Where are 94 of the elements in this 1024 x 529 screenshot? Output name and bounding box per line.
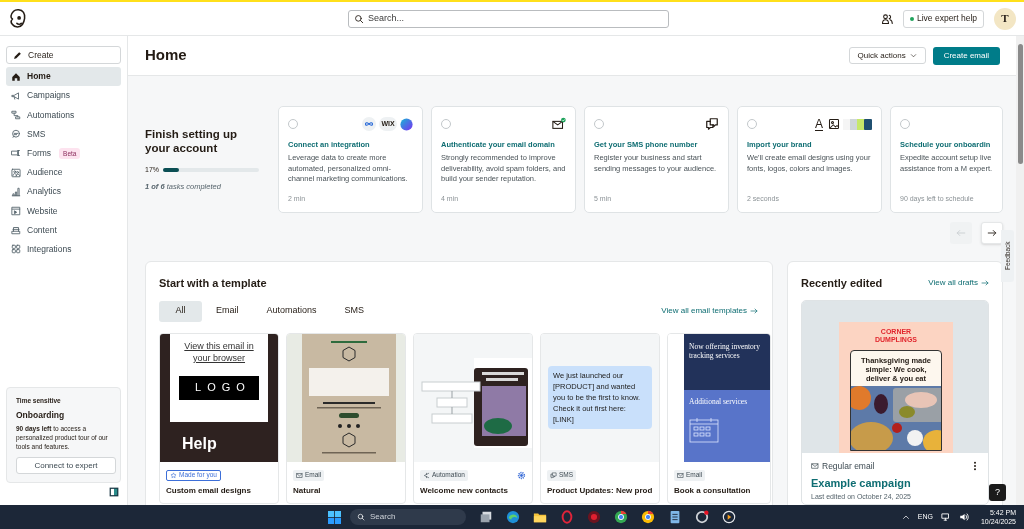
taskbar-search-field[interactable]: Search: [350, 509, 466, 525]
notepad-icon[interactable]: [668, 510, 682, 524]
help-button[interactable]: ?: [989, 484, 1006, 501]
bug-icon[interactable]: [587, 510, 601, 524]
share-icon: [423, 471, 430, 479]
star-icon: [170, 471, 177, 479]
section-title: Recently edited: [801, 276, 883, 291]
bar-chart-icon: [11, 186, 21, 197]
chat-bubble-icon: [11, 129, 21, 140]
view-all-templates-link[interactable]: View all email templates: [661, 305, 758, 317]
template-title: Product Updates: New prod: [547, 484, 653, 497]
sidebar-item[interactable]: Home: [6, 67, 121, 87]
house-icon: [11, 71, 21, 82]
preview-heading: Help: [182, 433, 218, 454]
checkbox[interactable]: [594, 119, 604, 129]
ring-icon[interactable]: [560, 510, 574, 524]
live-help-button[interactable]: Live expert help: [903, 9, 984, 28]
right-arrow-icon: [750, 307, 758, 315]
filter-tab[interactable]: Automations: [252, 300, 331, 322]
tray-icon: [11, 225, 21, 236]
filter-tab[interactable]: All: [159, 300, 202, 322]
create-button[interactable]: Create: [6, 46, 121, 64]
envelope-check-icon: [552, 117, 566, 131]
right-arrow-icon: [981, 279, 989, 288]
quick-actions-button[interactable]: Quick actions: [848, 47, 926, 64]
volume-icon[interactable]: [958, 512, 969, 522]
search-field[interactable]: Search...: [348, 10, 669, 28]
monkey-logo-icon[interactable]: [8, 7, 28, 30]
checkbox[interactable]: [747, 119, 757, 129]
caret-icon: [909, 52, 917, 59]
sidebar-item[interactable]: Campaigns: [6, 86, 121, 106]
section-title: Start with a template: [159, 276, 268, 291]
avatar[interactable]: T: [994, 7, 1016, 30]
view-all-drafts-link[interactable]: View all drafts: [928, 277, 989, 290]
window-stack-icon[interactable]: [479, 510, 493, 524]
color-swatches-icon: [843, 118, 872, 130]
chat-bubbles-icon: [550, 471, 557, 479]
filter-tab[interactable]: SMS: [330, 300, 379, 322]
sidebar-item[interactable]: Automations: [6, 105, 121, 125]
chevron-up-icon[interactable]: [901, 513, 910, 521]
template-title: Book a consultation: [674, 484, 752, 497]
checkbox[interactable]: [900, 119, 910, 129]
flow-icon: [11, 109, 21, 120]
checkbox[interactable]: [288, 119, 298, 129]
filter-tab[interactable]: Email: [202, 300, 253, 322]
grid-icon: [11, 244, 21, 255]
panel-toggle-icon[interactable]: [109, 487, 119, 497]
template-title: Custom email designs: [166, 484, 252, 497]
more-options-icon[interactable]: [971, 460, 979, 471]
pencil-icon: [13, 50, 22, 60]
font-letter-icon: A: [815, 118, 823, 130]
chrome-icon[interactable]: [614, 510, 628, 524]
envelope-icon: [296, 471, 303, 479]
sidebar-item[interactable]: Audience: [6, 162, 121, 183]
form-icon: [11, 148, 21, 159]
gear-icon: [517, 470, 526, 480]
connect-expert-button[interactable]: Connect to expert: [16, 457, 116, 474]
scrollbar-thumb[interactable]: [1017, 44, 1023, 164]
search-icon: [357, 513, 365, 521]
browser-window-icon: [11, 205, 21, 216]
browser-wave-icon[interactable]: [506, 510, 520, 524]
page-title: Home: [145, 45, 187, 66]
next-button[interactable]: [981, 222, 1003, 244]
windows-icon[interactable]: [328, 510, 341, 524]
onboarding-title: Onboarding: [16, 409, 66, 422]
chrome-icon[interactable]: [641, 510, 655, 524]
browser-link: View this email in your browser: [183, 339, 255, 364]
play-icon[interactable]: [722, 510, 736, 524]
sidebar-item[interactable]: Content: [6, 220, 121, 240]
template-title: Natural: [293, 484, 322, 497]
gradient-circle-icon: [400, 117, 413, 131]
campaign-link[interactable]: Example campaign: [811, 475, 979, 492]
logo-placeholder: LOGO: [179, 375, 259, 400]
left-arrow-icon: [956, 228, 966, 238]
calendar-icon: [689, 416, 719, 443]
create-email-button[interactable]: Create email: [932, 46, 1000, 65]
setup-title: Finish setting up your account: [145, 126, 238, 155]
envelope-icon: [677, 471, 684, 479]
envelope-icon: [811, 461, 819, 470]
megaphone-icon: [11, 90, 21, 101]
template-title: Welcome new contacts: [420, 484, 509, 497]
infinity-logo-icon: [362, 117, 376, 131]
sidebar-item[interactable]: SMS: [6, 124, 121, 144]
aperture-icon[interactable]: [695, 510, 709, 524]
right-arrow-icon: [987, 228, 997, 238]
image-icon: [828, 118, 840, 130]
email-type-label: Regular email: [811, 459, 875, 473]
search-icon: [354, 14, 364, 24]
sidebar-item[interactable]: Website: [6, 201, 121, 221]
network-icon[interactable]: [940, 512, 951, 522]
chat-bubbles-icon: [705, 117, 719, 131]
checkbox[interactable]: [441, 119, 451, 129]
sidebar-item[interactable]: Analytics: [6, 182, 121, 202]
sidebar-item[interactable]: Integrations: [6, 239, 121, 259]
